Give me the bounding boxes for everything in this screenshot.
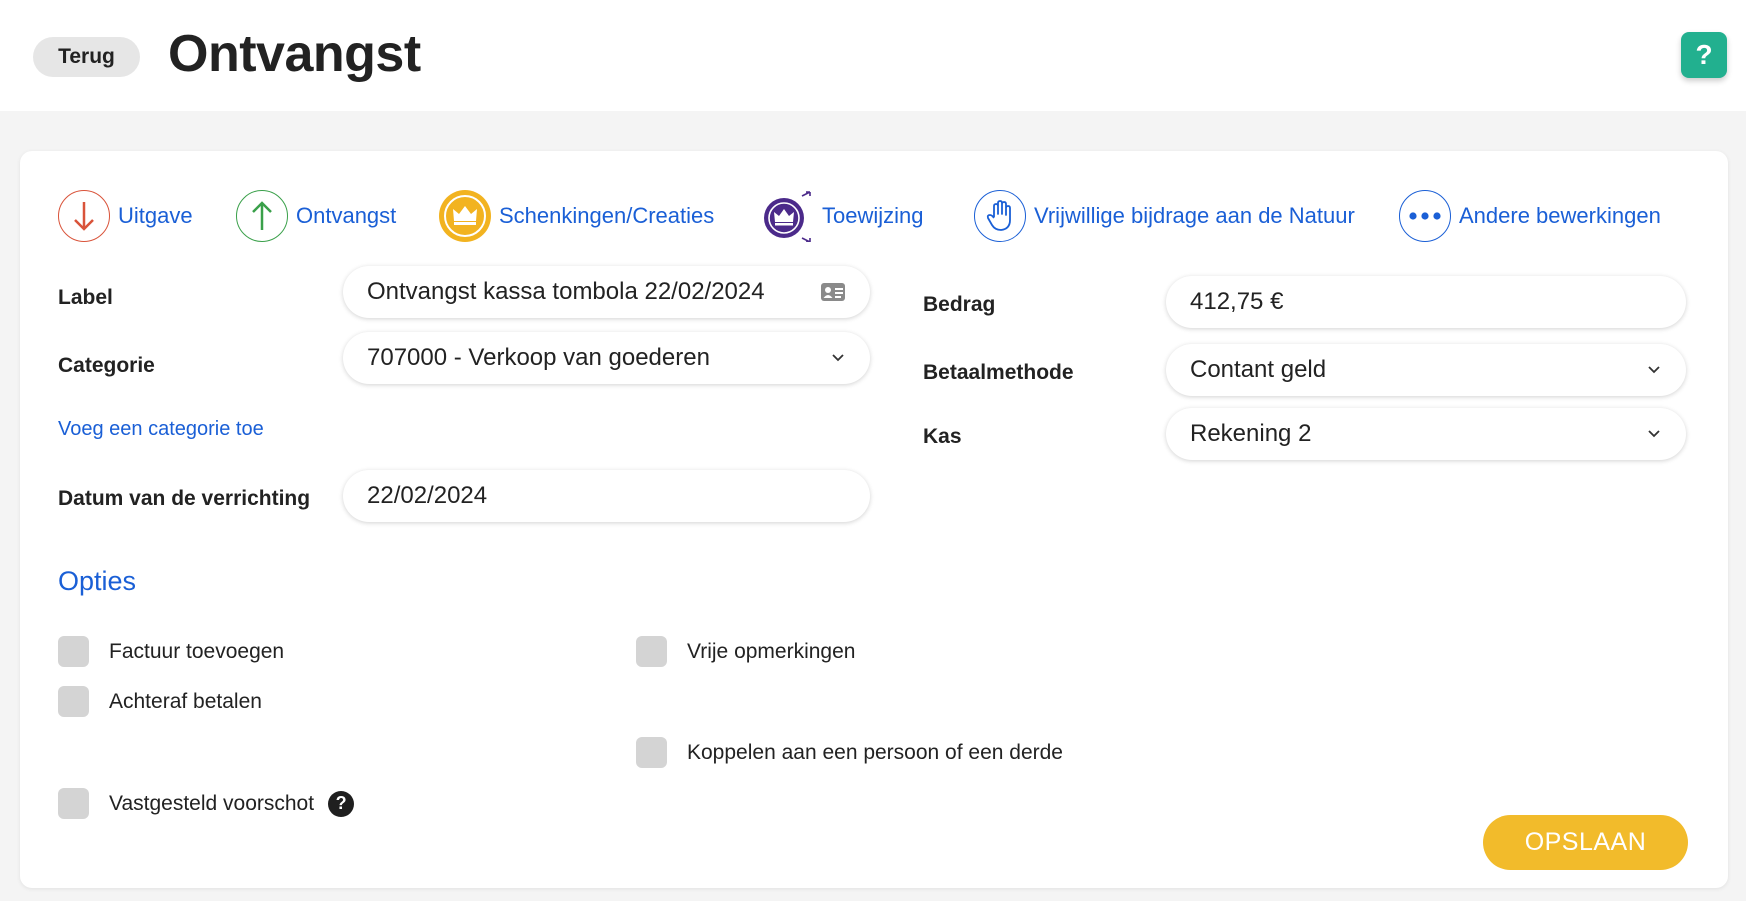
checkbox[interactable] [58, 686, 89, 717]
option-label: Vastgesteld voorschot [109, 791, 315, 815]
tab-ontvangst-label: Ontvangst [296, 203, 397, 228]
option-vastgesteld-voorschot[interactable]: Vastgesteld voorschot ? [58, 788, 355, 819]
options-title: Opties [58, 566, 137, 596]
option-label: Vrije opmerkingen [687, 639, 856, 663]
more-icon [1399, 190, 1451, 242]
chevron-down-icon [832, 354, 844, 362]
arrow-down-icon [58, 190, 110, 242]
tab-toewijzing-label: Toewijzing [822, 203, 924, 228]
tab-uitgave-label: Uitgave [118, 203, 193, 228]
option-factuur-toevoegen[interactable]: Factuur toevoegen [58, 636, 284, 667]
save-button[interactable]: OPSLAAN [1483, 815, 1688, 870]
option-achteraf-betalen[interactable]: Achteraf betalen [58, 686, 262, 717]
tab-toewijzing[interactable]: Toewijzing [762, 188, 924, 244]
tab-andere-bewerkingen[interactable]: Andere bewerkingen [1399, 188, 1661, 244]
back-button[interactable]: Terug [33, 37, 140, 77]
tab-uitgave[interactable]: Uitgave [58, 188, 193, 244]
option-label: Koppelen aan een persoon of een derde [687, 740, 1063, 764]
tab-vrijwillige-bijdrage[interactable]: Vrijwillige bijdrage aan de Natuur [974, 188, 1355, 244]
checkbox[interactable] [636, 636, 667, 667]
tab-andere-bewerkingen-label: Andere bewerkingen [1459, 203, 1661, 228]
help-button[interactable]: ? [1681, 32, 1727, 78]
label-input[interactable]: Ontvangst kassa tombola 22/02/2024 [343, 266, 870, 318]
crown-expand-icon [762, 190, 814, 242]
amount-input[interactable]: 412,75 € [1166, 276, 1686, 328]
option-label: Factuur toevoegen [109, 639, 285, 663]
cash-field-label: Kas [923, 425, 962, 448]
checkbox[interactable] [58, 788, 89, 819]
category-select[interactable]: 707000 - Verkoop van goederen [343, 332, 870, 384]
arrow-up-icon [236, 190, 288, 242]
option-label: Achteraf betalen [109, 689, 262, 713]
category-select-value: 707000 - Verkoop van goederen [367, 344, 710, 371]
date-input-value: 22/02/2024 [367, 482, 488, 509]
cash-select[interactable]: Rekening 2 [1166, 408, 1686, 460]
checkbox[interactable] [58, 636, 89, 667]
label-field-label: Label [58, 286, 113, 309]
date-field-label: Datum van de verrichting [58, 487, 311, 510]
crown-icon [439, 190, 491, 242]
question-icon[interactable]: ? [328, 790, 355, 817]
hand-icon [974, 190, 1026, 242]
category-field-label: Categorie [58, 354, 155, 377]
amount-input-value: 412,75 € [1190, 288, 1284, 315]
tab-schenkingen-label: Schenkingen/Creaties [499, 203, 715, 228]
payment-method-select-value: Contant geld [1190, 356, 1327, 383]
label-input-value: Ontvangst kassa tombola 22/02/2024 [367, 278, 765, 305]
payment-method-select[interactable]: Contant geld [1166, 344, 1686, 396]
form-card [20, 151, 1728, 888]
contact-card-icon[interactable] [820, 281, 846, 303]
page-title: Ontvangst [168, 25, 421, 83]
amount-field-label: Bedrag [923, 293, 996, 316]
add-category-link[interactable]: Voeg een categorie toe [58, 418, 264, 441]
tab-ontvangst[interactable]: Ontvangst [236, 188, 396, 244]
checkbox[interactable] [636, 737, 667, 768]
date-input[interactable]: 22/02/2024 [343, 470, 870, 522]
chevron-down-icon [1648, 366, 1660, 374]
cash-select-value: Rekening 2 [1190, 420, 1312, 447]
option-koppelen-persoon[interactable]: Koppelen aan een persoon of een derde [636, 737, 1063, 768]
payment-method-field-label: Betaalmethode [923, 361, 1074, 384]
option-vrije-opmerkingen[interactable]: Vrije opmerkingen [636, 636, 855, 667]
chevron-down-icon [1648, 430, 1660, 438]
tab-vrijwillige-bijdrage-label: Vrijwillige bijdrage aan de Natuur [1034, 203, 1355, 228]
tab-schenkingen[interactable]: Schenkingen/Creaties [439, 188, 714, 244]
